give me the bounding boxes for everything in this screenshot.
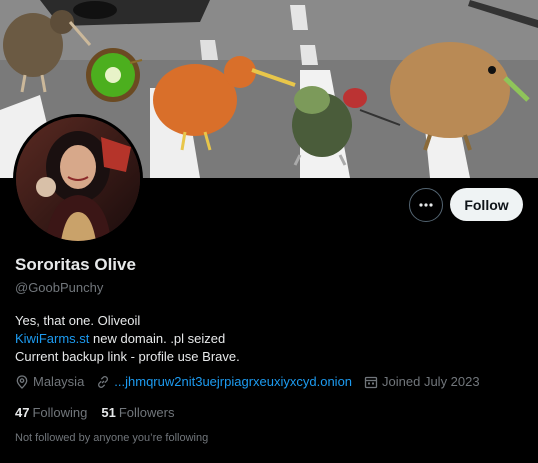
followers-label: Followers [118,405,175,420]
calendar-icon [364,376,378,388]
location-text: Malaysia [33,374,85,389]
location-item: Malaysia [15,374,84,389]
bio-line-2: KiwiFarms.st new domain. .pl seized [15,330,240,348]
avatar-image [16,117,140,241]
bio-link[interactable]: KiwiFarms.st [15,331,89,346]
followers-link[interactable]: 51 Followers [101,405,174,420]
following-label: Following [32,405,88,420]
bio-line-3: Current backup link - profile use Brave. [15,349,240,364]
following-link[interactable]: 47 Following [15,405,87,420]
profile-url-link[interactable]: ...jhmqruw2nit3uejrpiagrxeuxiyxcyd.onion [114,374,352,389]
profile-page: Follow Sororitas Olive @GoobPunchy Yes, … [0,0,538,463]
link-icon [98,375,109,388]
joined-text: Joined July 2023 [382,374,480,389]
following-count: 47 [15,405,30,420]
followed-by-note: Not followed by anyone you’re following [15,432,209,444]
more-horizontal-icon [419,203,433,207]
display-name: Sororitas Olive [15,255,136,274]
bio-line-2-text: new domain. .pl seized [89,331,226,346]
follow-button[interactable]: Follow [450,188,523,221]
follow-stats: 47 Following 51 Followers [15,405,188,420]
profile-bio: Yes, that one. Oliveoil KiwiFarms.st new… [15,312,240,366]
location-pin-icon [16,374,28,389]
url-item[interactable]: ...jhmqruw2nit3uejrpiagrxeuxiyxcyd.onion [96,374,352,389]
profile-avatar[interactable] [13,114,143,244]
bio-line-1: Yes, that one. Oliveoil [15,313,141,328]
followers-count: 51 [101,405,116,420]
profile-meta: Malaysia ...jhmqruw2nit3uejrpiagrxeuxiyx… [15,374,480,389]
more-options-button[interactable] [409,188,443,222]
user-handle: @GoobPunchy [15,280,104,295]
joined-item: Joined July 2023 [364,374,480,389]
